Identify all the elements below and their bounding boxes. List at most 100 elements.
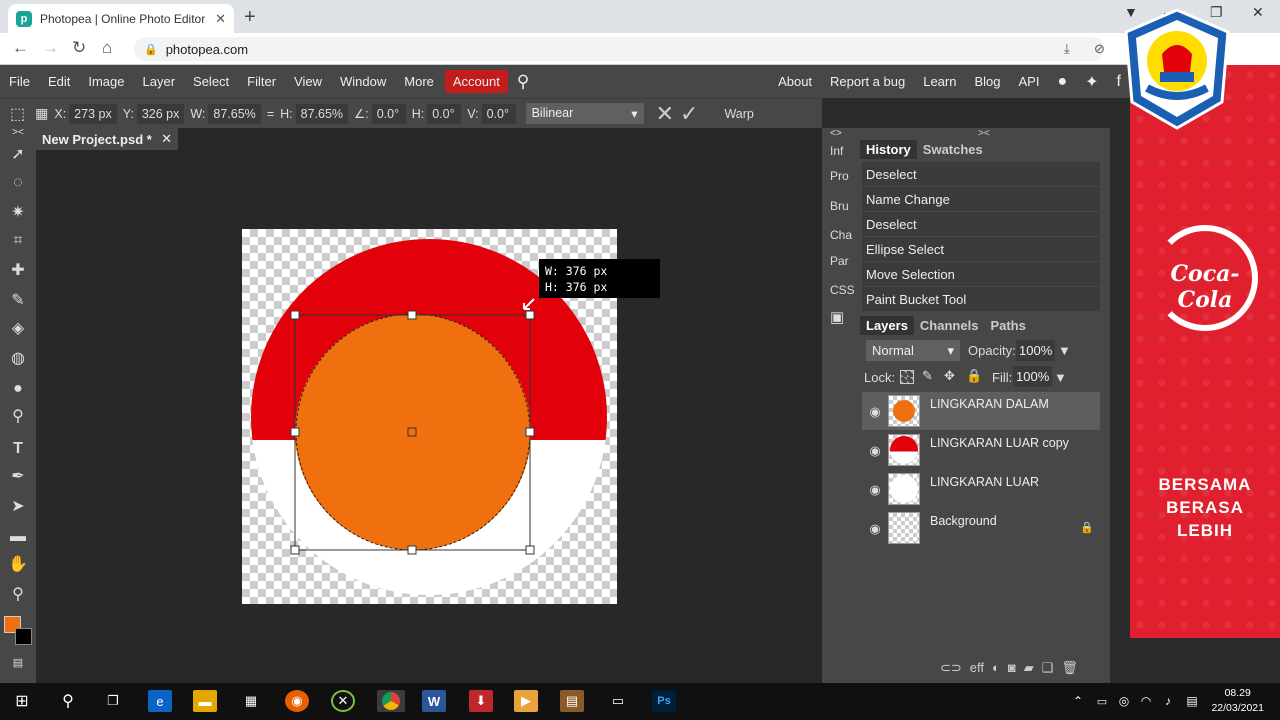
- zoom-tool-icon[interactable]: ⚲: [7, 584, 29, 606]
- new-group-icon[interactable]: ▰: [1024, 660, 1034, 676]
- new-tab-button[interactable]: +: [244, 6, 256, 29]
- archive-icon[interactable]: ▤: [560, 690, 584, 712]
- photoshop-icon[interactable]: Ps: [652, 690, 676, 712]
- url-field[interactable]: 🔒 photopea.com: [134, 37, 1104, 61]
- marquee-tool-icon[interactable]: ◌: [7, 172, 29, 194]
- history-item[interactable]: Deselect: [862, 162, 1100, 187]
- menu-image[interactable]: Image: [79, 74, 133, 89]
- reload-icon[interactable]: ↻: [72, 38, 86, 58]
- back-icon[interactable]: ←: [12, 38, 29, 58]
- horizontal-skew-field[interactable]: H: 0.0°: [412, 103, 462, 124]
- media-player-icon[interactable]: ▶: [514, 690, 538, 712]
- home-icon[interactable]: ⌂: [102, 38, 112, 58]
- blend-mode-select[interactable]: Normal ▾: [866, 340, 960, 361]
- reference-point-icon[interactable]: ▦: [35, 105, 48, 122]
- delete-layer-icon[interactable]: 🗑: [1061, 660, 1078, 676]
- dodge-tool-icon[interactable]: ⚲: [7, 406, 29, 428]
- task-view-icon[interactable]: ❐: [101, 690, 125, 712]
- tray-battery-icon[interactable]: ▭: [1090, 690, 1114, 712]
- interpolation-select[interactable]: Bilinear ▾: [525, 103, 644, 124]
- tab-paths[interactable]: Paths: [984, 316, 1031, 335]
- history-item[interactable]: Paint Bucket Tool: [862, 287, 1100, 312]
- transform-handle[interactable]: [407, 545, 417, 555]
- height-field[interactable]: H: 87.65%: [280, 103, 349, 124]
- panel-css[interactable]: CSS: [830, 283, 855, 297]
- browser-tab[interactable]: p Photopea | Online Photo Editor ✕: [8, 4, 234, 33]
- menu-more[interactable]: More: [395, 74, 443, 89]
- eye-icon[interactable]: ◉: [862, 431, 888, 470]
- panel-paragraph[interactable]: Par: [830, 254, 849, 268]
- eye-icon[interactable]: ◉: [862, 470, 888, 509]
- windows-start-icon[interactable]: ⊞: [10, 690, 34, 712]
- account-button[interactable]: Account: [444, 70, 508, 93]
- tray-app-icon[interactable]: ◎: [1112, 690, 1136, 712]
- lock-move-icon[interactable]: ✥: [944, 368, 955, 384]
- lock-paint-icon[interactable]: ✎: [922, 368, 933, 384]
- app-icon[interactable]: ✕: [331, 690, 355, 712]
- tab-history[interactable]: History: [860, 139, 917, 159]
- path-select-tool-icon[interactable]: ➤: [7, 496, 29, 518]
- search-icon[interactable]: ⚲: [56, 690, 80, 712]
- commit-transform-icon[interactable]: ✓: [680, 101, 698, 127]
- menu-about[interactable]: About: [769, 74, 821, 89]
- layer-row[interactable]: ◉ Background 🔒: [862, 509, 1100, 548]
- panel-character[interactable]: Cha: [830, 228, 852, 242]
- collapse-icon[interactable]: ><: [7, 128, 29, 138]
- firefox-icon[interactable]: ◉: [285, 690, 309, 712]
- link-icon[interactable]: =: [267, 107, 274, 121]
- cancel-transform-icon[interactable]: ✕: [656, 101, 674, 127]
- coca-cola-ad[interactable]: Coca-Cola BERSAMA BERASA LEBIH: [1130, 65, 1280, 638]
- panel-properties[interactable]: Pro: [830, 169, 849, 183]
- pen-tool-icon[interactable]: ✒: [7, 466, 29, 488]
- tab-channels[interactable]: Channels: [914, 316, 985, 335]
- opacity-input[interactable]: 100%: [1016, 340, 1056, 361]
- tab-close-icon[interactable]: ✕: [215, 11, 226, 27]
- brush-tool-icon[interactable]: ✎: [7, 290, 29, 312]
- reddit-icon[interactable]: ●: [1048, 73, 1076, 91]
- transform-handle[interactable]: [407, 310, 417, 320]
- document-close-icon[interactable]: ✕: [161, 131, 172, 147]
- text-tool-icon[interactable]: T: [7, 438, 29, 460]
- paint-bucket-tool-icon[interactable]: ◍: [7, 348, 29, 370]
- menu-report-bug[interactable]: Report a bug: [821, 74, 914, 89]
- blur-tool-icon[interactable]: ●: [7, 378, 29, 400]
- tracking-icon[interactable]: ⊘: [1094, 41, 1105, 57]
- wifi-icon[interactable]: ◠: [1134, 690, 1158, 712]
- menu-edit[interactable]: Edit: [39, 74, 79, 89]
- download-manager-icon[interactable]: ⬇: [469, 690, 493, 712]
- width-field[interactable]: W: 87.65%: [190, 103, 261, 124]
- menu-blog[interactable]: Blog: [965, 74, 1009, 89]
- history-item[interactable]: Move Selection: [862, 262, 1100, 287]
- magic-wand-tool-icon[interactable]: ✷: [7, 202, 29, 224]
- install-icon[interactable]: ⤓: [1064, 41, 1070, 57]
- layer-mask-icon[interactable]: ◙: [1008, 660, 1016, 676]
- transform-handle[interactable]: [290, 545, 300, 555]
- menu-layer[interactable]: Layer: [134, 74, 185, 89]
- expand-icon[interactable]: <>: [830, 128, 842, 139]
- panel-info[interactable]: Inf: [830, 144, 843, 158]
- menu-api[interactable]: API: [1010, 74, 1049, 89]
- eraser-tool-icon[interactable]: ◈: [7, 318, 29, 340]
- menu-window[interactable]: Window: [331, 74, 395, 89]
- history-item[interactable]: Deselect: [862, 212, 1100, 237]
- volume-icon[interactable]: ♪: [1156, 690, 1180, 712]
- menu-view[interactable]: View: [285, 74, 331, 89]
- window-close-icon[interactable]: ✕: [1252, 4, 1264, 21]
- layer-effects-button[interactable]: eff: [970, 660, 984, 676]
- shape-tool-icon[interactable]: ▬: [7, 526, 29, 548]
- transform-handle[interactable]: [290, 310, 300, 320]
- layer-row[interactable]: ◉ LINGKARAN LUAR: [862, 470, 1100, 509]
- x-field[interactable]: X: 273 px: [54, 103, 117, 124]
- menu-file[interactable]: File: [0, 74, 39, 89]
- healing-tool-icon[interactable]: ✚: [7, 260, 29, 282]
- adjustment-layer-icon[interactable]: ◐: [992, 660, 1000, 676]
- file-explorer-icon[interactable]: ▬: [193, 690, 217, 712]
- opacity-dropdown-icon[interactable]: ▼: [1058, 343, 1071, 358]
- menu-filter[interactable]: Filter: [238, 74, 285, 89]
- panel-brush[interactable]: Bru: [830, 199, 849, 213]
- twitter-icon[interactable]: ✦: [1076, 72, 1107, 92]
- tab-layers[interactable]: Layers: [860, 315, 914, 335]
- system-clock[interactable]: 08.29 22/03/2021: [1211, 686, 1264, 716]
- transform-handle[interactable]: [525, 310, 535, 320]
- fill-dropdown-icon[interactable]: ▼: [1054, 370, 1067, 385]
